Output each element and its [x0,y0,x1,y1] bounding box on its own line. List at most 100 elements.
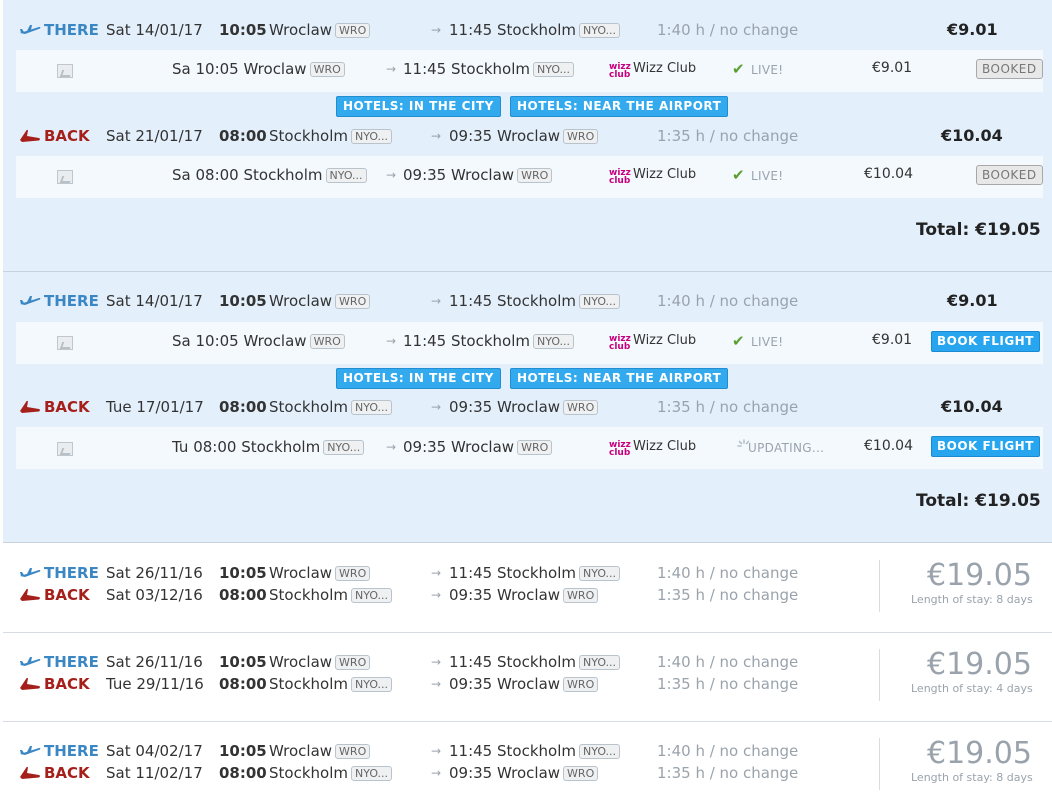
segment-price: €9.01 [872,60,913,76]
arrival-city: Stockholm NYO... [497,564,621,582]
arrow-right-icon: → [431,129,442,143]
flight-duration: 1:35 h / no change [657,586,799,604]
arrival-time: 11:45 [449,564,493,582]
carrier-name: Wizz Club [633,439,697,454]
arrow-right-icon: → [386,440,397,454]
flight-duration: 1:35 h / no change [657,127,799,145]
image-placeholder-icon [57,170,73,184]
direction-label-there: THERE [44,292,99,310]
arrival-time: 09:35 [449,764,493,782]
segment-arrival: 11:45 Stockholm NYO... [403,60,575,78]
segment-departure: Sa 10:05 Wroclaw WRO [172,332,345,350]
arrival-city: Stockholm NYO... [497,21,621,39]
departure-date: Sat 26/11/16 [106,564,203,582]
arrival-time: 11:45 [449,21,493,39]
divider [879,649,880,701]
direction-label-there: THERE [44,742,99,760]
departure-date: Sat 14/01/17 [106,21,203,39]
price-status: LIVE! [751,63,784,77]
arrow-right-icon: → [386,62,397,76]
image-placeholder-icon [57,336,73,350]
departure-time: 10:05 [219,653,267,671]
plane-takeoff-icon [20,657,41,666]
departure-city: Wroclaw WRO [269,564,371,582]
arrival-time: 09:35 [449,127,493,145]
arrow-right-icon: → [431,23,442,37]
direction-label-back: BACK [44,127,90,145]
arrival-time: 11:45 [449,653,493,671]
leg-price: €9.01 [947,20,998,39]
check-icon: ✔ [732,166,745,184]
plane-landing-icon [20,677,40,690]
hotels-near-airport-button[interactable]: HOTELS: NEAR THE AIRPORT [510,96,729,117]
departure-city: Stockholm NYO... [269,675,393,693]
direction-label-there: THERE [44,21,99,39]
plane-takeoff-icon [20,25,41,34]
booked-badge: BOOKED [976,165,1043,185]
price-status: LIVE! [751,335,784,349]
book-flight-button[interactable]: BOOK FLIGHT [931,436,1040,457]
hotels-near-airport-button[interactable]: HOTELS: NEAR THE AIRPORT [510,368,729,389]
departure-time: 08:00 [219,127,267,145]
plane-landing-icon [20,588,40,601]
departure-city: Stockholm NYO... [269,127,393,145]
arrival-city: Wroclaw WRO [497,764,599,782]
direction-label-back: BACK [44,586,90,604]
departure-date: Sat 11/02/17 [106,764,203,782]
airport-code: WRO [335,294,371,309]
hotels-in-city-button[interactable]: HOTELS: IN THE CITY [336,368,501,389]
length-of-stay: Length of stay: 4 days [911,682,1033,695]
length-of-stay: Length of stay: 8 days [911,771,1033,784]
carrier-name: Wizz Club [633,333,697,348]
leg-price: €9.01 [947,291,998,310]
arrival-time: 09:35 [449,398,493,416]
flight-duration: 1:35 h / no change [657,398,799,416]
plane-takeoff-icon [20,296,41,305]
departure-city: Wroclaw WRO [269,653,371,671]
direction-label-there: THERE [44,564,99,582]
arrival-time: 09:35 [449,675,493,693]
flight-duration: 1:40 h / no change [657,21,799,39]
arrow-right-icon: → [431,588,442,602]
book-flight-button[interactable]: BOOK FLIGHT [931,331,1040,352]
plane-landing-icon [20,766,40,779]
segment-arrival: 09:35 Wroclaw WRO [403,438,553,456]
direction-label-there: THERE [44,653,99,671]
flight-duration: 1:40 h / no change [657,742,799,760]
flight-duration: 1:40 h / no change [657,653,799,671]
check-icon: ✔ [732,332,745,350]
departure-date: Sat 03/12/16 [106,586,203,604]
departure-date: Sat 21/01/17 [106,127,203,145]
arrow-right-icon: → [386,168,397,182]
flight-results-page: THERE Sat 14/01/17 10:05 Wroclaw WRO → 11… [0,0,1052,794]
arrow-right-icon: → [431,677,442,691]
arrival-city: Wroclaw WRO [497,398,599,416]
plane-takeoff-icon [20,746,41,755]
departure-date: Sat 26/11/16 [106,653,203,671]
segment-departure: Sa 08:00 Stockholm NYO... [172,166,367,184]
carrier-name: Wizz Club [633,167,697,182]
price-status: LIVE! [751,169,784,183]
plane-takeoff-icon [20,568,41,577]
arrow-right-icon: → [431,655,442,669]
departure-time: 10:05 [219,742,267,760]
departure-time: 10:05 [219,21,267,39]
segment-price: €10.04 [864,166,913,182]
flight-duration: 1:35 h / no change [657,764,799,782]
departure-city: Stockholm NYO... [269,586,393,604]
leg-price: €10.04 [941,397,1003,416]
wizz-club-logo-icon: wizz club [609,440,631,458]
trip-total-price: Total: €19.05 [916,491,1041,511]
departure-city: Wroclaw WRO [269,292,371,310]
arrival-city: Wroclaw WRO [497,675,599,693]
hotels-in-city-button[interactable]: HOTELS: IN THE CITY [336,96,501,117]
direction-label-back: BACK [44,764,90,782]
departure-city: Wroclaw WRO [269,21,371,39]
flight-duration: 1:35 h / no change [657,675,799,693]
trip-price: €19.05 [927,558,1032,593]
length-of-stay: Length of stay: 8 days [911,593,1033,606]
arrival-city: Stockholm NYO... [497,742,621,760]
arrow-right-icon: → [431,744,442,758]
departure-time: 08:00 [219,398,267,416]
arrow-right-icon: → [431,566,442,580]
